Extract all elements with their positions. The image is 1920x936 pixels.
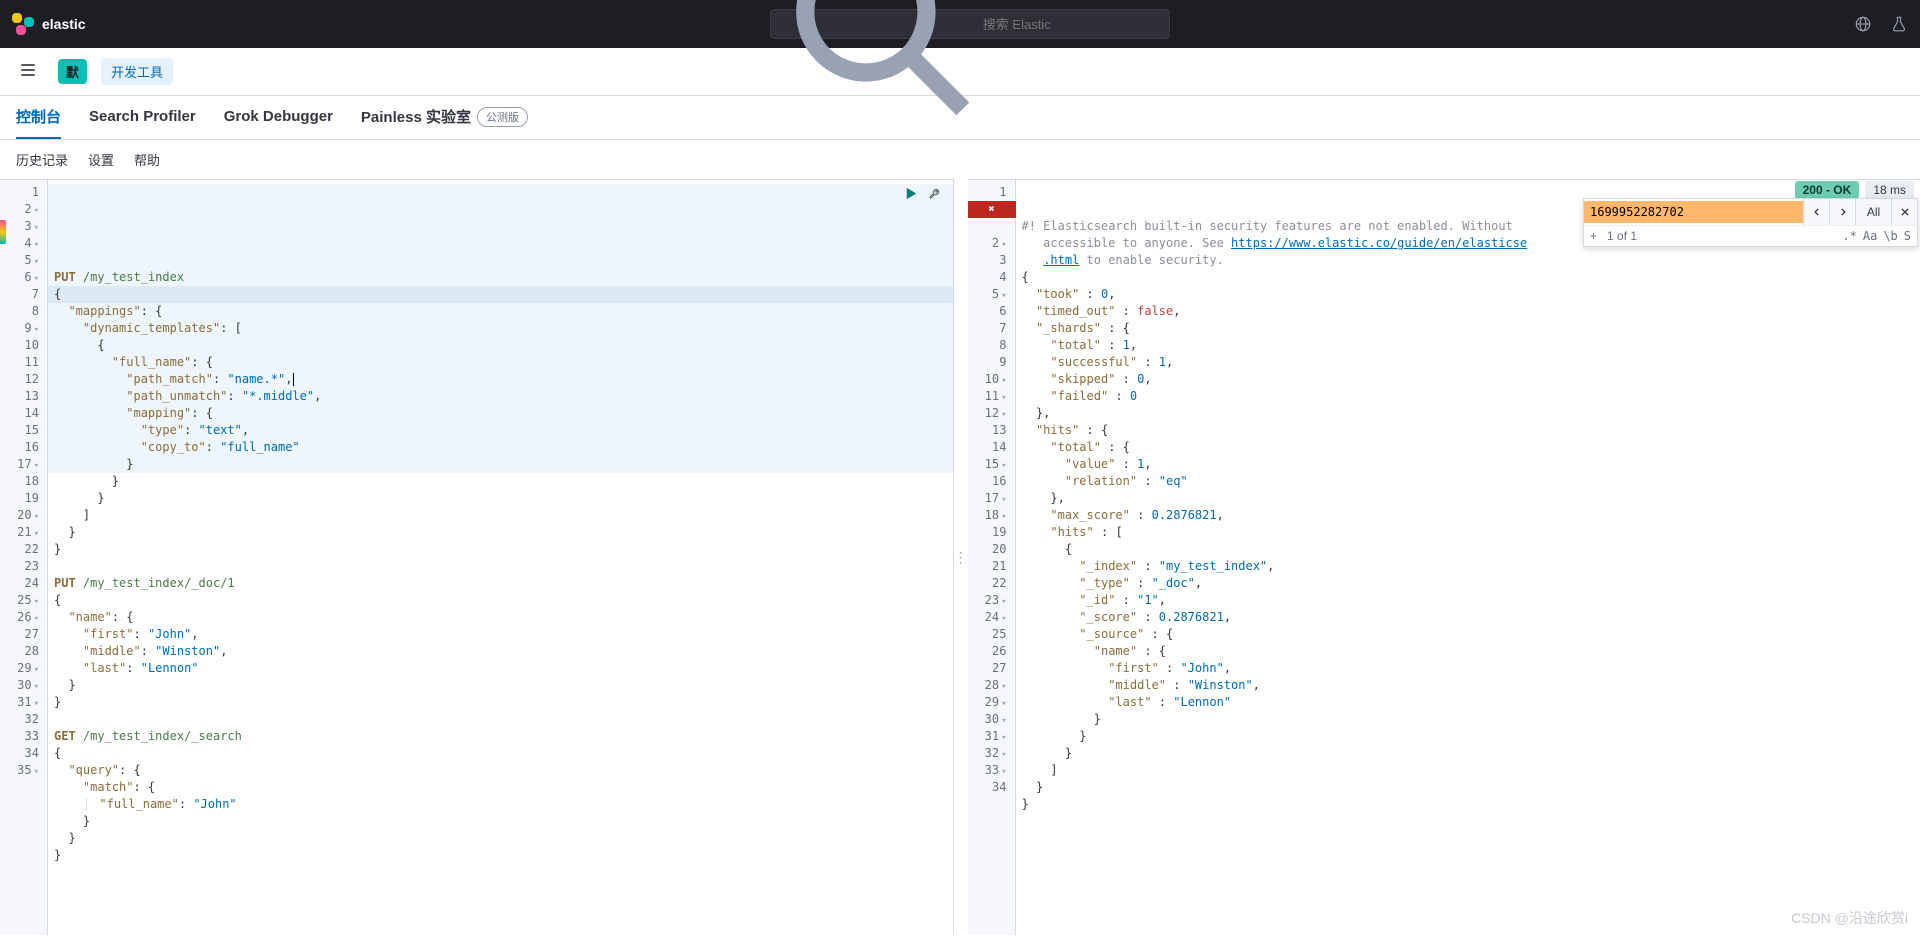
request-editor[interactable]: PUT /my_test_index{ "mappings": { "dynam… xyxy=(48,180,953,935)
find-input[interactable] xyxy=(1584,201,1803,223)
nav-toggle-button[interactable] xyxy=(12,54,44,89)
history-link[interactable]: 历史记录 xyxy=(16,150,68,169)
elastic-logo-icon xyxy=(12,13,34,35)
settings-link[interactable]: 设置 xyxy=(88,150,114,169)
tab-console[interactable]: 控制台 xyxy=(16,96,61,139)
response-status: 200 - OK 18 ms xyxy=(1795,181,1914,199)
tab-painless-label: Painless 实验室 xyxy=(361,106,471,127)
find-overlay: All + 1 of 1 .* Aa \b S xyxy=(1583,198,1918,247)
global-search[interactable] xyxy=(770,9,1170,39)
globe-icon[interactable] xyxy=(1854,15,1872,33)
find-next-button[interactable] xyxy=(1829,199,1855,225)
elastic-logo[interactable]: elastic xyxy=(12,13,86,35)
request-gutter: 1234567891011121314151617181920212223242… xyxy=(0,180,48,935)
deployment-badge[interactable]: 默 xyxy=(58,59,87,84)
main-split: 200 - OK 18 ms 1234567891011121314151617… xyxy=(0,179,1920,935)
close-icon xyxy=(1900,207,1910,217)
tab-grok-debugger[interactable]: Grok Debugger xyxy=(224,96,333,139)
brand-text: elastic xyxy=(42,16,86,32)
find-all-button[interactable]: All xyxy=(1855,199,1891,225)
watermark-text: CSDN @沿途欣赏i xyxy=(1791,908,1908,928)
status-code-badge: 200 - OK xyxy=(1795,181,1860,199)
hamburger-icon xyxy=(18,60,38,80)
flask-icon[interactable] xyxy=(1890,15,1908,33)
tab-painless-lab[interactable]: Painless 实验室 公测版 xyxy=(361,96,528,139)
beta-badge: 公测版 xyxy=(477,107,528,127)
search-input[interactable] xyxy=(983,17,1159,32)
tab-search-profiler[interactable]: Search Profiler xyxy=(89,96,196,139)
response-pane: 1234567891011121314151617181920212223242… xyxy=(968,179,1920,935)
request-actions xyxy=(903,186,943,201)
error-marker: ✖ xyxy=(968,201,1016,218)
side-color-strip xyxy=(0,220,6,244)
find-case-option[interactable]: Aa xyxy=(1863,229,1877,243)
play-icon[interactable] xyxy=(903,186,918,201)
wrench-icon[interactable] xyxy=(928,186,943,201)
status-time-badge: 18 ms xyxy=(1865,181,1914,199)
help-link[interactable]: 帮助 xyxy=(134,150,160,169)
find-close-button[interactable] xyxy=(1891,199,1917,225)
console-toolbar: 历史记录 设置 帮助 xyxy=(0,140,1920,179)
devtools-breadcrumb[interactable]: 开发工具 xyxy=(101,58,173,85)
response-viewer[interactable]: #! Elasticsearch built-in security featu… xyxy=(1016,180,1920,935)
chevron-left-icon xyxy=(1812,207,1822,217)
find-selection-option[interactable]: S xyxy=(1904,229,1911,243)
request-pane: 1234567891011121314151617181920212223242… xyxy=(0,179,954,935)
chevron-right-icon xyxy=(1838,207,1848,217)
find-regex-option[interactable]: .* xyxy=(1842,229,1856,243)
find-count: 1 of 1 xyxy=(1607,229,1637,243)
find-word-option[interactable]: \b xyxy=(1883,229,1897,243)
pane-splitter[interactable]: ⋮ xyxy=(954,179,968,935)
search-icon xyxy=(781,0,975,121)
response-gutter: 1234567891011121314151617181920212223242… xyxy=(968,180,1016,935)
find-replace-toggle[interactable]: + xyxy=(1590,229,1597,243)
top-header: elastic xyxy=(0,0,1920,48)
find-prev-button[interactable] xyxy=(1803,199,1829,225)
